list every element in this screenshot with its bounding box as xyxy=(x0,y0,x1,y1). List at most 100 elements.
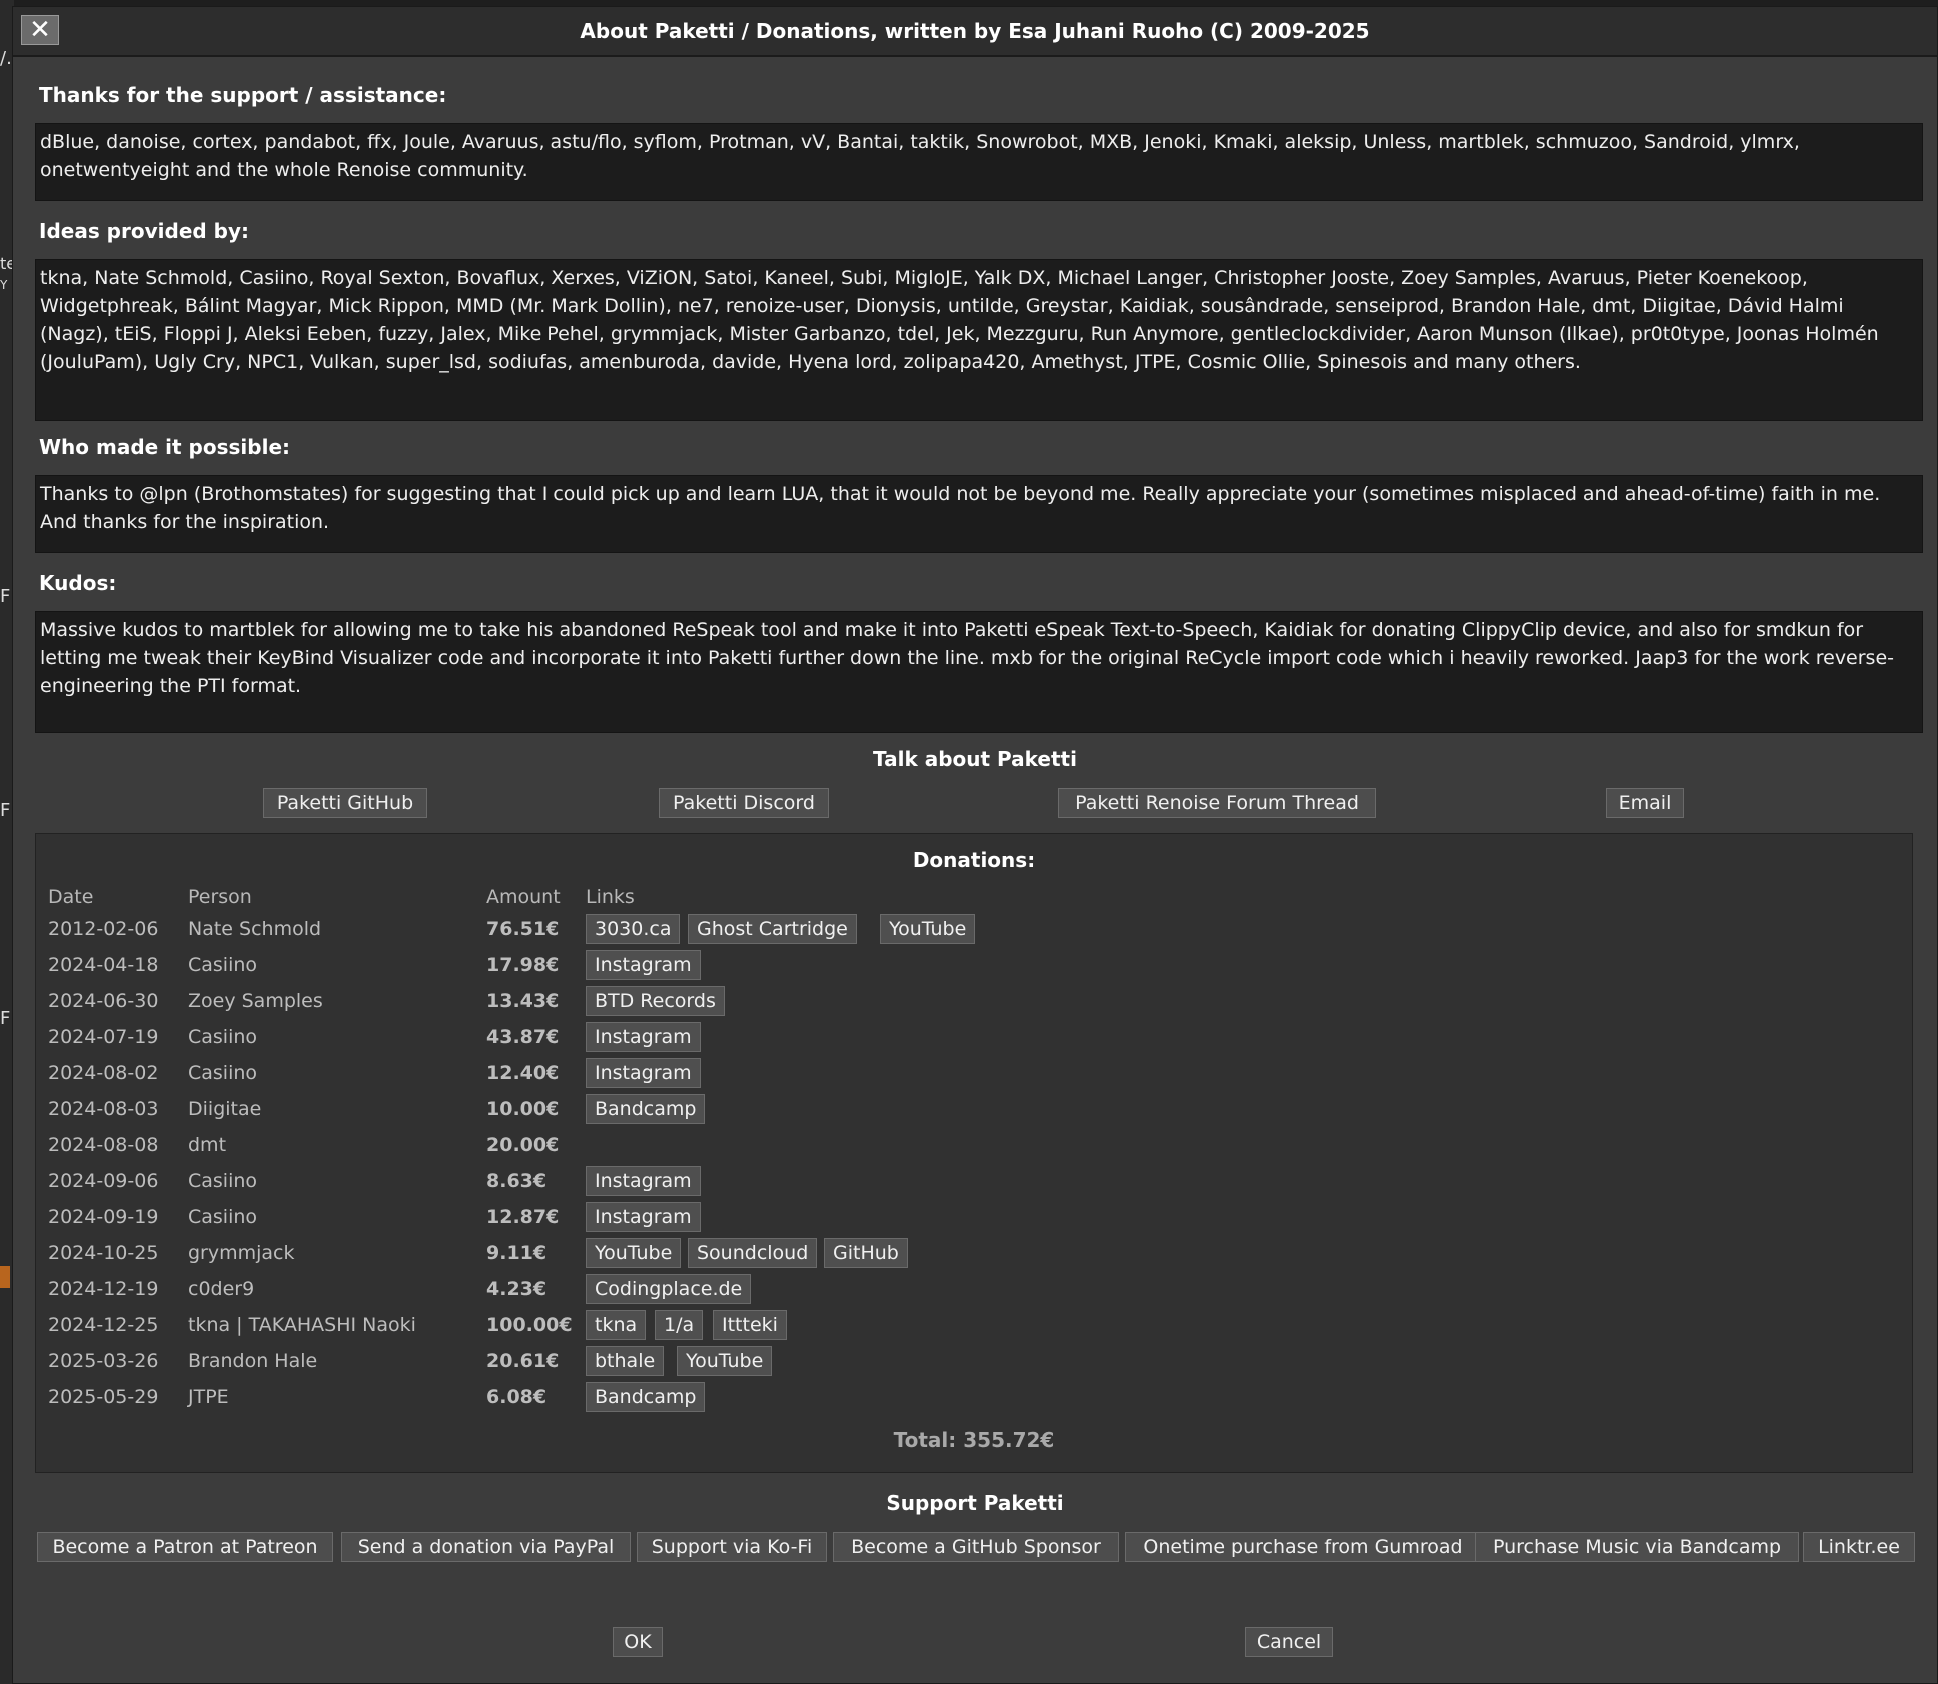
donation-date: 2024-08-03 xyxy=(48,1098,159,1120)
donation-link-button[interactable]: Ittteki xyxy=(713,1310,787,1340)
background-glyph: Y xyxy=(0,278,8,292)
donation-amount: 10.00€ xyxy=(486,1098,560,1120)
donation-link-button[interactable]: Instagram xyxy=(586,950,701,980)
gumroad-button[interactable]: Onetime purchase from Gumroad xyxy=(1125,1532,1481,1562)
email-button[interactable]: Email xyxy=(1606,788,1684,818)
donation-date: 2024-10-25 xyxy=(48,1242,159,1264)
background-glyph: F xyxy=(0,586,11,607)
donation-date: 2024-12-19 xyxy=(48,1278,159,1300)
donation-link-button[interactable]: 3030.ca xyxy=(586,914,681,944)
about-dialog: About Paketti / Donations, written by Es… xyxy=(12,6,1938,1684)
donation-amount: 6.08€ xyxy=(486,1386,547,1408)
donation-link-button[interactable]: BTD Records xyxy=(586,986,725,1016)
kofi-button[interactable]: Support via Ko-Fi xyxy=(637,1532,827,1562)
donation-link-button[interactable]: Instagram xyxy=(586,1022,701,1052)
title-bar: About Paketti / Donations, written by Es… xyxy=(13,7,1937,57)
donation-date: 2025-03-26 xyxy=(48,1350,159,1372)
github-link-button[interactable]: Paketti GitHub xyxy=(263,788,427,818)
donation-person: Nate Schmold xyxy=(188,918,322,940)
donation-link-button[interactable]: Bandcamp xyxy=(586,1382,706,1412)
donation-person: JTPE xyxy=(188,1386,229,1408)
donation-link-button[interactable]: GitHub xyxy=(824,1238,908,1268)
donation-link-button[interactable]: Codingplace.de xyxy=(586,1274,752,1304)
donation-amount: 100.00€ xyxy=(486,1314,573,1336)
donation-person: Casiino xyxy=(188,1206,258,1228)
donation-link-button[interactable]: Bandcamp xyxy=(586,1094,706,1124)
ideas-textbox[interactable]: tkna, Nate Schmold, Casiino, Royal Sexto… xyxy=(35,259,1923,421)
support-paketti-heading: Support Paketti xyxy=(886,1491,1064,1515)
donation-person: dmt xyxy=(188,1134,227,1156)
donation-date: 2012-02-06 xyxy=(48,918,159,940)
linktree-button[interactable]: Linktr.ee xyxy=(1803,1532,1915,1562)
column-header-date: Date xyxy=(48,886,94,908)
donation-amount: 12.87€ xyxy=(486,1206,560,1228)
donation-person: Casiino xyxy=(188,1026,258,1048)
kudos-section-title: Kudos: xyxy=(39,571,117,595)
cancel-button[interactable]: Cancel xyxy=(1245,1627,1333,1657)
support-textbox[interactable]: dBlue, danoise, cortex, pandabot, ffx, J… xyxy=(35,123,1923,201)
donation-date: 2024-06-30 xyxy=(48,990,159,1012)
column-header-amount: Amount xyxy=(486,886,561,908)
donation-amount: 20.00€ xyxy=(486,1134,560,1156)
dialog-title: About Paketti / Donations, written by Es… xyxy=(580,19,1370,43)
bandcamp-button[interactable]: Purchase Music via Bandcamp xyxy=(1475,1532,1799,1562)
donation-amount: 76.51€ xyxy=(486,918,560,940)
column-header-links: Links xyxy=(586,886,635,908)
donation-person: Zoey Samples xyxy=(188,990,323,1012)
donations-total: Total: 355.72€ xyxy=(893,1428,1055,1452)
donation-person: c0der9 xyxy=(188,1278,255,1300)
donation-person: grymmjack xyxy=(188,1242,295,1264)
donation-link-button[interactable]: bthale xyxy=(586,1346,665,1376)
donation-link-button[interactable]: 1/a xyxy=(655,1310,704,1340)
ideas-section-title: Ideas provided by: xyxy=(39,219,250,243)
donation-link-button[interactable]: Instagram xyxy=(586,1058,701,1088)
donation-person: Casiino xyxy=(188,1062,258,1084)
support-section-title: Thanks for the support / assistance: xyxy=(39,83,447,107)
donation-link-button[interactable]: Soundcloud xyxy=(688,1238,818,1268)
patreon-button[interactable]: Become a Patron at Patreon xyxy=(37,1532,333,1562)
donation-date: 2025-05-29 xyxy=(48,1386,159,1408)
donation-person: Casiino xyxy=(188,954,258,976)
donations-heading: Donations: xyxy=(912,848,1036,872)
donation-amount: 8.63€ xyxy=(486,1170,547,1192)
donation-date: 2024-08-02 xyxy=(48,1062,159,1084)
donation-link-button[interactable]: YouTube xyxy=(880,914,976,944)
donation-link-button[interactable]: Instagram xyxy=(586,1166,701,1196)
donation-amount: 9.11€ xyxy=(486,1242,547,1264)
donation-link-button[interactable]: YouTube xyxy=(677,1346,773,1376)
donation-link-button[interactable]: Ghost Cartridge xyxy=(688,914,857,944)
discord-link-button[interactable]: Paketti Discord xyxy=(659,788,829,818)
donation-amount: 12.40€ xyxy=(486,1062,560,1084)
kudos-textbox[interactable]: Massive kudos to martblek for allowing m… xyxy=(35,611,1923,733)
donation-person: Brandon Hale xyxy=(188,1350,318,1372)
donation-amount: 13.43€ xyxy=(486,990,560,1012)
donation-date: 2024-09-06 xyxy=(48,1170,159,1192)
possible-textbox[interactable]: Thanks to @lpn (Brothomstates) for sugge… xyxy=(35,475,1923,553)
forum-thread-button[interactable]: Paketti Renoise Forum Thread xyxy=(1058,788,1376,818)
donation-person: tkna | TAKAHASHI Naoki xyxy=(188,1314,416,1336)
github-sponsor-button[interactable]: Become a GitHub Sponsor xyxy=(833,1532,1119,1562)
donation-date: 2024-04-18 xyxy=(48,954,159,976)
donation-person: Casiino xyxy=(188,1170,258,1192)
donation-date: 2024-07-19 xyxy=(48,1026,159,1048)
column-header-person: Person xyxy=(188,886,252,908)
donations-panel: Donations: Date Person Amount Links 2012… xyxy=(35,833,1913,1473)
donation-link-button[interactable]: tkna xyxy=(586,1310,647,1340)
donation-person: Diigitae xyxy=(188,1098,262,1120)
paypal-button[interactable]: Send a donation via PayPal xyxy=(341,1532,631,1562)
donation-link-button[interactable]: YouTube xyxy=(586,1238,682,1268)
donation-amount: 4.23€ xyxy=(486,1278,547,1300)
possible-section-title: Who made it possible: xyxy=(39,435,291,459)
donation-amount: 43.87€ xyxy=(486,1026,560,1048)
talk-heading: Talk about Paketti xyxy=(873,747,1077,771)
donation-date: 2024-08-08 xyxy=(48,1134,159,1156)
background-glyph: /. xyxy=(0,48,12,69)
donation-date: 2024-12-25 xyxy=(48,1314,159,1336)
donation-amount: 20.61€ xyxy=(486,1350,560,1372)
donation-date: 2024-09-19 xyxy=(48,1206,159,1228)
close-icon[interactable]: ✕ xyxy=(21,15,59,45)
background-glyph: F xyxy=(0,1008,11,1029)
ok-button[interactable]: OK xyxy=(613,1627,663,1657)
background-highlight xyxy=(0,1266,10,1288)
donation-link-button[interactable]: Instagram xyxy=(586,1202,701,1232)
